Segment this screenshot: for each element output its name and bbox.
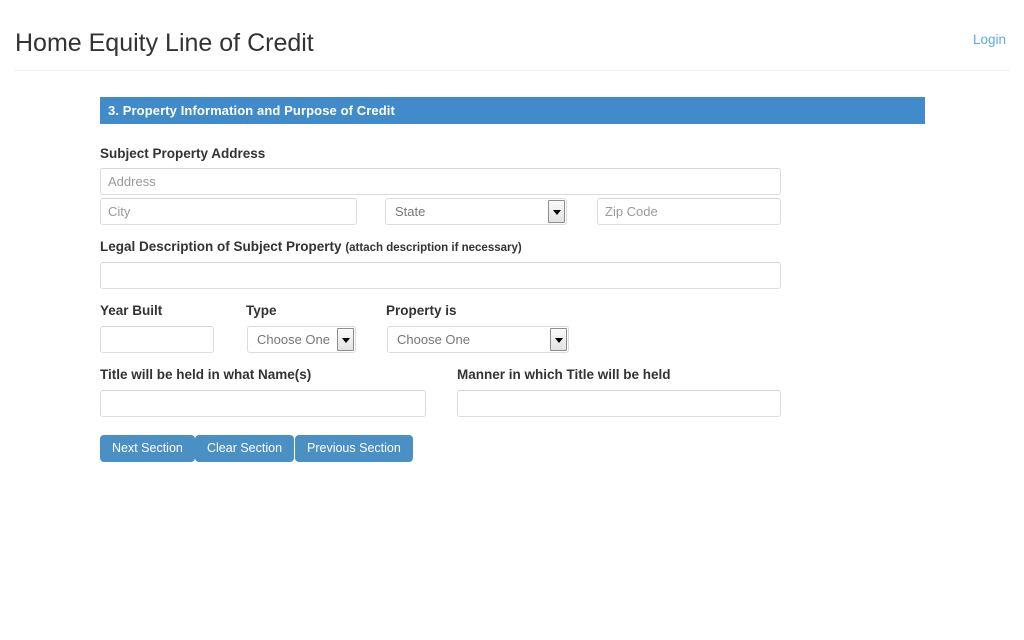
title-names-input[interactable] (100, 390, 426, 417)
type-select-value: Choose One (257, 332, 330, 347)
state-select[interactable]: State (385, 198, 567, 225)
chevron-down-icon[interactable] (548, 200, 565, 223)
title-manner-label: Manner in which Title will be held (457, 367, 671, 382)
next-section-button[interactable]: Next Section (100, 435, 195, 462)
legal-description-label: Legal Description of Subject Property (a… (100, 239, 925, 256)
login-link[interactable]: Login (973, 30, 1006, 50)
title-manner-input[interactable] (457, 390, 781, 417)
legal-description-label-text: Legal Description of Subject Property (100, 239, 342, 254)
legal-description-input[interactable] (100, 262, 781, 289)
type-label: Type (246, 303, 277, 318)
year-built-label: Year Built (100, 303, 163, 318)
year-built-input[interactable] (100, 326, 214, 353)
subject-property-address-label: Subject Property Address (100, 146, 266, 161)
previous-section-button[interactable]: Previous Section (295, 435, 413, 462)
page-title: Home Equity Line of Credit (15, 29, 314, 57)
city-input[interactable] (100, 198, 357, 225)
page-header: Home Equity Line of Credit Login (0, 0, 1024, 71)
property-is-label: Property is (386, 303, 457, 318)
legal-description-note: (attach description if necessary) (345, 242, 522, 254)
type-select[interactable]: Choose One (247, 326, 356, 353)
section-header-bar: 3. Property Information and Purpose of C… (100, 97, 925, 124)
header-divider (15, 70, 1009, 71)
clear-section-button[interactable]: Clear Section (195, 435, 295, 462)
address-input[interactable] (100, 168, 781, 195)
state-select-value: State (395, 204, 426, 219)
zip-code-input[interactable] (597, 198, 781, 225)
title-names-label: Title will be held in what Name(s) (100, 367, 312, 382)
chevron-down-icon[interactable] (337, 328, 354, 351)
property-information-form: 3. Property Information and Purpose of C… (100, 97, 925, 465)
property-is-select[interactable]: Choose One (387, 326, 569, 353)
property-is-select-value: Choose One (397, 332, 470, 347)
chevron-down-icon[interactable] (550, 328, 567, 351)
